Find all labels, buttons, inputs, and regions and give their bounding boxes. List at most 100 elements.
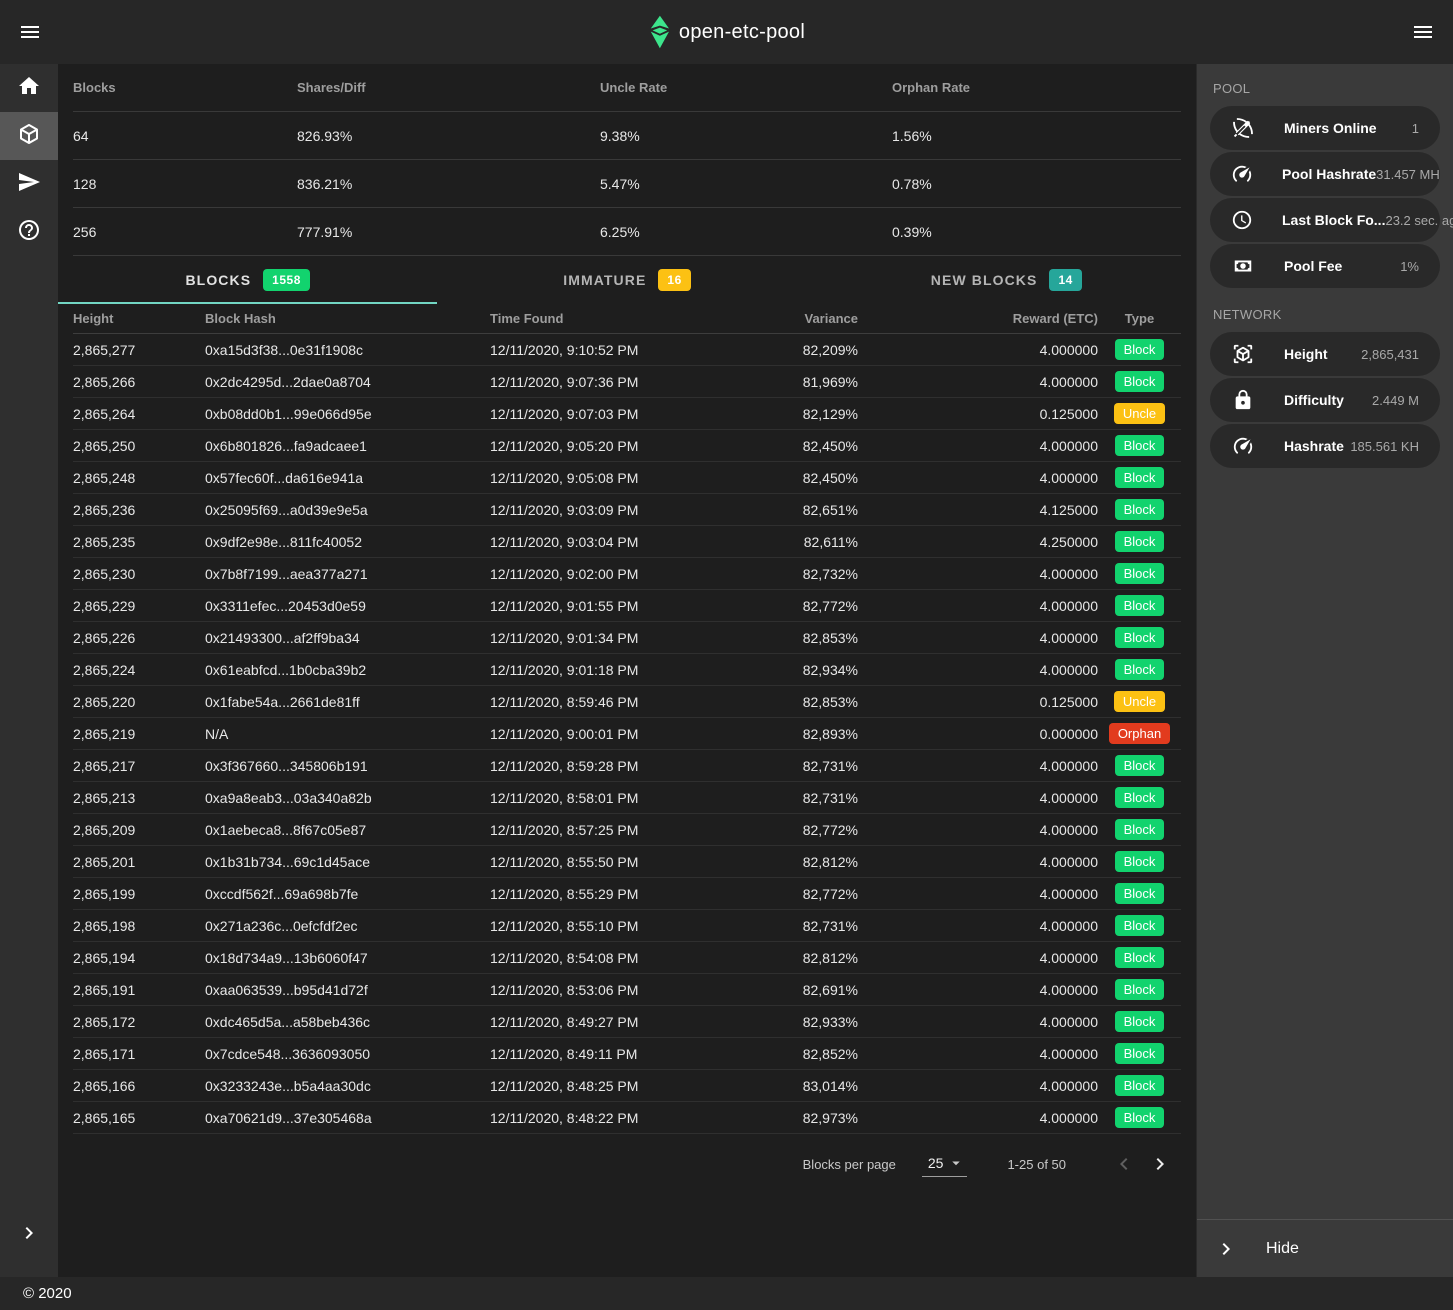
column-header: Time Found	[490, 304, 758, 334]
block-hash: 0x7cdce548...3636093050	[205, 1038, 490, 1070]
tab-new-blocks[interactable]: New Blocks 14	[817, 256, 1196, 304]
right-menu-button[interactable]	[1399, 8, 1447, 56]
block-height: 2,865,277	[73, 334, 205, 366]
time-found: 12/11/2020, 8:49:27 PM	[490, 1006, 758, 1038]
stat-value: 31.457 MH	[1376, 167, 1440, 182]
time-found: 12/11/2020, 8:57:25 PM	[490, 814, 758, 846]
cash-icon	[1231, 254, 1255, 278]
type-badge: Block	[1115, 1075, 1165, 1096]
sidebar-item-blocks[interactable]	[0, 112, 58, 160]
block-hash: 0xccdf562f...69a698b7fe	[205, 878, 490, 910]
chevron-left-icon	[1112, 1152, 1136, 1176]
type-badge: Block	[1115, 467, 1165, 488]
block-hash: N/A	[205, 718, 490, 750]
type-badge: Block	[1115, 883, 1165, 904]
pool-section-title: POOL	[1197, 64, 1453, 106]
stat-difficulty: Difficulty 2.449 M	[1210, 378, 1440, 422]
drawer-hide-button[interactable]: Hide	[1197, 1219, 1453, 1277]
block-hash: 0x1fabe54a...2661de81ff	[205, 686, 490, 718]
variance: 82,812%	[758, 942, 858, 974]
time-found: 12/11/2020, 8:55:10 PM	[490, 910, 758, 942]
table-pagination: Blocks per page 25 1-25 of 50	[58, 1134, 1196, 1194]
time-found: 12/11/2020, 8:49:11 PM	[490, 1038, 758, 1070]
block-height: 2,865,235	[73, 526, 205, 558]
next-page-button[interactable]	[1142, 1146, 1178, 1182]
time-found: 12/11/2020, 8:55:29 PM	[490, 878, 758, 910]
block-height: 2,865,226	[73, 622, 205, 654]
time-found: 12/11/2020, 8:59:28 PM	[490, 750, 758, 782]
stats-cell: 64	[73, 112, 297, 160]
block-height: 2,865,172	[73, 1006, 205, 1038]
menu-icon	[18, 20, 42, 44]
sidebar-item-help[interactable]	[0, 208, 58, 256]
home-icon	[17, 74, 41, 103]
sidebar-item-home[interactable]	[0, 64, 58, 112]
tab-blocks[interactable]: Blocks 1558	[58, 256, 437, 304]
reward: 4.000000	[858, 558, 1098, 590]
variance: 82,772%	[758, 878, 858, 910]
block-hash: 0xa9a8eab3...03a340a82b	[205, 782, 490, 814]
active-tab-slider	[58, 302, 437, 304]
luck-stats-table: BlocksShares/DiffUncle RateOrphan Rate64…	[58, 64, 1196, 256]
type-badge: Block	[1115, 435, 1165, 456]
block-hash: 0x1aebeca8...8f67c05e87	[205, 814, 490, 846]
chevron-right-icon	[1148, 1152, 1172, 1176]
speedometer-icon	[1231, 434, 1255, 458]
per-page-select[interactable]: 25	[922, 1152, 968, 1177]
block-hash: 0x61eabfcd...1b0cba39b2	[205, 654, 490, 686]
footer: © 2020	[0, 1277, 1453, 1310]
tab-immature[interactable]: Immature 16	[437, 256, 816, 304]
left-menu-button[interactable]	[6, 8, 54, 56]
right-stats-drawer: POOL Miners Online 1 Pool Hashrate 31.45…	[1196, 64, 1453, 1277]
time-found: 12/11/2020, 9:02:00 PM	[490, 558, 758, 590]
block-hash: 0x25095f69...a0d39e9e5a	[205, 494, 490, 526]
block-height: 2,865,171	[73, 1038, 205, 1070]
block-hash: 0x6b801826...fa9adcaee1	[205, 430, 490, 462]
time-found: 12/11/2020, 9:01:18 PM	[490, 654, 758, 686]
variance: 82,731%	[758, 750, 858, 782]
reward: 4.000000	[858, 1102, 1098, 1134]
stats-cell: 777.91%	[297, 208, 600, 256]
stats-header: Blocks	[73, 64, 297, 112]
previous-page-button[interactable]	[1106, 1146, 1142, 1182]
variance: 82,772%	[758, 590, 858, 622]
column-header: Reward (ETC)	[858, 304, 1098, 334]
variance: 82,812%	[758, 846, 858, 878]
sidebar-item-payments[interactable]	[0, 160, 58, 208]
stats-cell: 9.38%	[600, 112, 892, 160]
reward: 4.250000	[858, 526, 1098, 558]
column-header: Type	[1098, 304, 1181, 334]
per-page-label: Blocks per page	[803, 1157, 896, 1172]
variance: 82,853%	[758, 622, 858, 654]
variance: 82,853%	[758, 686, 858, 718]
block-height: 2,865,199	[73, 878, 205, 910]
stat-value: 23.2 sec. ago	[1385, 213, 1453, 228]
reward: 4.000000	[858, 974, 1098, 1006]
type-badge: Block	[1115, 915, 1165, 936]
blocks-tabs: Blocks 1558 Immature 16 New Blocks 14	[58, 256, 1196, 304]
cube-icon	[17, 122, 41, 151]
reward: 0.000000	[858, 718, 1098, 750]
variance: 82,852%	[758, 1038, 858, 1070]
variance: 82,209%	[758, 334, 858, 366]
stats-cell: 826.93%	[297, 112, 600, 160]
stat-label: Pool Hashrate	[1282, 166, 1376, 182]
stat-miners-online: Miners Online 1	[1210, 106, 1440, 150]
stat-hashrate: Hashrate 185.561 KH	[1210, 424, 1440, 468]
type-badge: Block	[1115, 851, 1165, 872]
block-height: 2,865,229	[73, 590, 205, 622]
copyright-label: © 2020	[23, 1285, 72, 1302]
reward: 4.000000	[858, 590, 1098, 622]
send-icon	[17, 170, 41, 199]
variance: 82,691%	[758, 974, 858, 1006]
reward: 4.000000	[858, 782, 1098, 814]
type-badge: Block	[1115, 627, 1165, 648]
clock-icon	[1231, 208, 1253, 232]
reward: 4.000000	[858, 1038, 1098, 1070]
type-badge: Block	[1115, 531, 1165, 552]
reward: 4.000000	[858, 430, 1098, 462]
column-header: Height	[73, 304, 205, 334]
stat-label: Miners Online	[1284, 120, 1377, 136]
type-badge: Block	[1115, 339, 1165, 360]
rail-expand-button[interactable]	[0, 1209, 58, 1257]
